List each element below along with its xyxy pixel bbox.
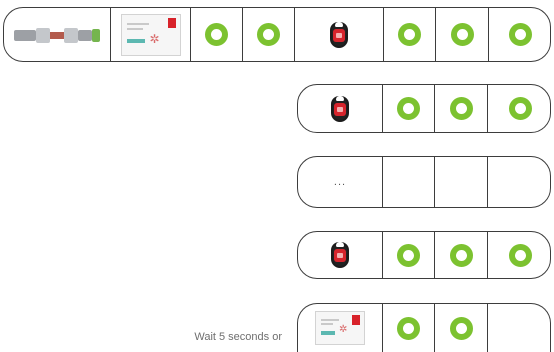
sequence-row-5: ✲	[297, 303, 551, 352]
green-ring-icon	[398, 23, 421, 46]
key-fob-icon	[329, 240, 351, 270]
control-card-cell: ✲	[298, 304, 383, 352]
ring-cell	[435, 85, 488, 132]
key-fob-cell	[295, 8, 384, 61]
ring-cell	[384, 8, 436, 61]
ring-cell	[383, 232, 435, 278]
ring-cell	[489, 8, 550, 61]
empty-cell	[488, 157, 550, 207]
ellipsis-cell: ...	[298, 157, 383, 207]
ring-cell	[435, 304, 488, 352]
empty-cell	[435, 157, 488, 207]
ring-cell	[488, 232, 550, 278]
sequence-row-2	[297, 84, 551, 133]
green-ring-icon	[508, 97, 532, 120]
ring-cell	[436, 8, 489, 61]
ellipsis-text: ...	[333, 176, 347, 188]
ring-cell	[383, 304, 435, 352]
green-ring-icon	[450, 23, 474, 46]
control-card-icon: ✲	[120, 13, 181, 56]
key-fob-cell	[298, 232, 383, 278]
ring-cell	[435, 232, 488, 278]
green-ring-icon	[449, 316, 473, 340]
ring-cell	[243, 8, 295, 61]
empty-cell	[383, 157, 435, 207]
green-ring-icon	[449, 243, 473, 267]
control-card-cell: ✲	[111, 8, 191, 61]
wait-note: Wait 5 seconds or	[194, 331, 282, 343]
sequence-row-4	[297, 231, 551, 279]
key-fob-cell	[298, 85, 383, 132]
green-ring-icon	[509, 23, 532, 46]
key-fob-icon	[329, 94, 351, 124]
green-ring-icon	[397, 243, 420, 267]
ring-cell	[383, 85, 435, 132]
key-fob-icon	[328, 20, 350, 50]
green-ring-icon	[449, 97, 473, 120]
green-ring-icon	[397, 97, 420, 120]
green-ring-icon	[397, 316, 420, 340]
cylinder-lock-icon	[12, 24, 102, 46]
sequence-row-3: ...	[297, 156, 551, 208]
empty-cell	[488, 304, 550, 352]
ring-cell	[191, 8, 243, 61]
sequence-row-1: ✲	[3, 7, 551, 62]
cylinder-cell	[4, 8, 111, 61]
green-ring-icon	[257, 23, 280, 46]
green-ring-icon	[508, 243, 532, 267]
ring-cell	[488, 85, 550, 132]
control-card-icon: ✲	[315, 311, 365, 345]
green-ring-icon	[205, 23, 228, 46]
